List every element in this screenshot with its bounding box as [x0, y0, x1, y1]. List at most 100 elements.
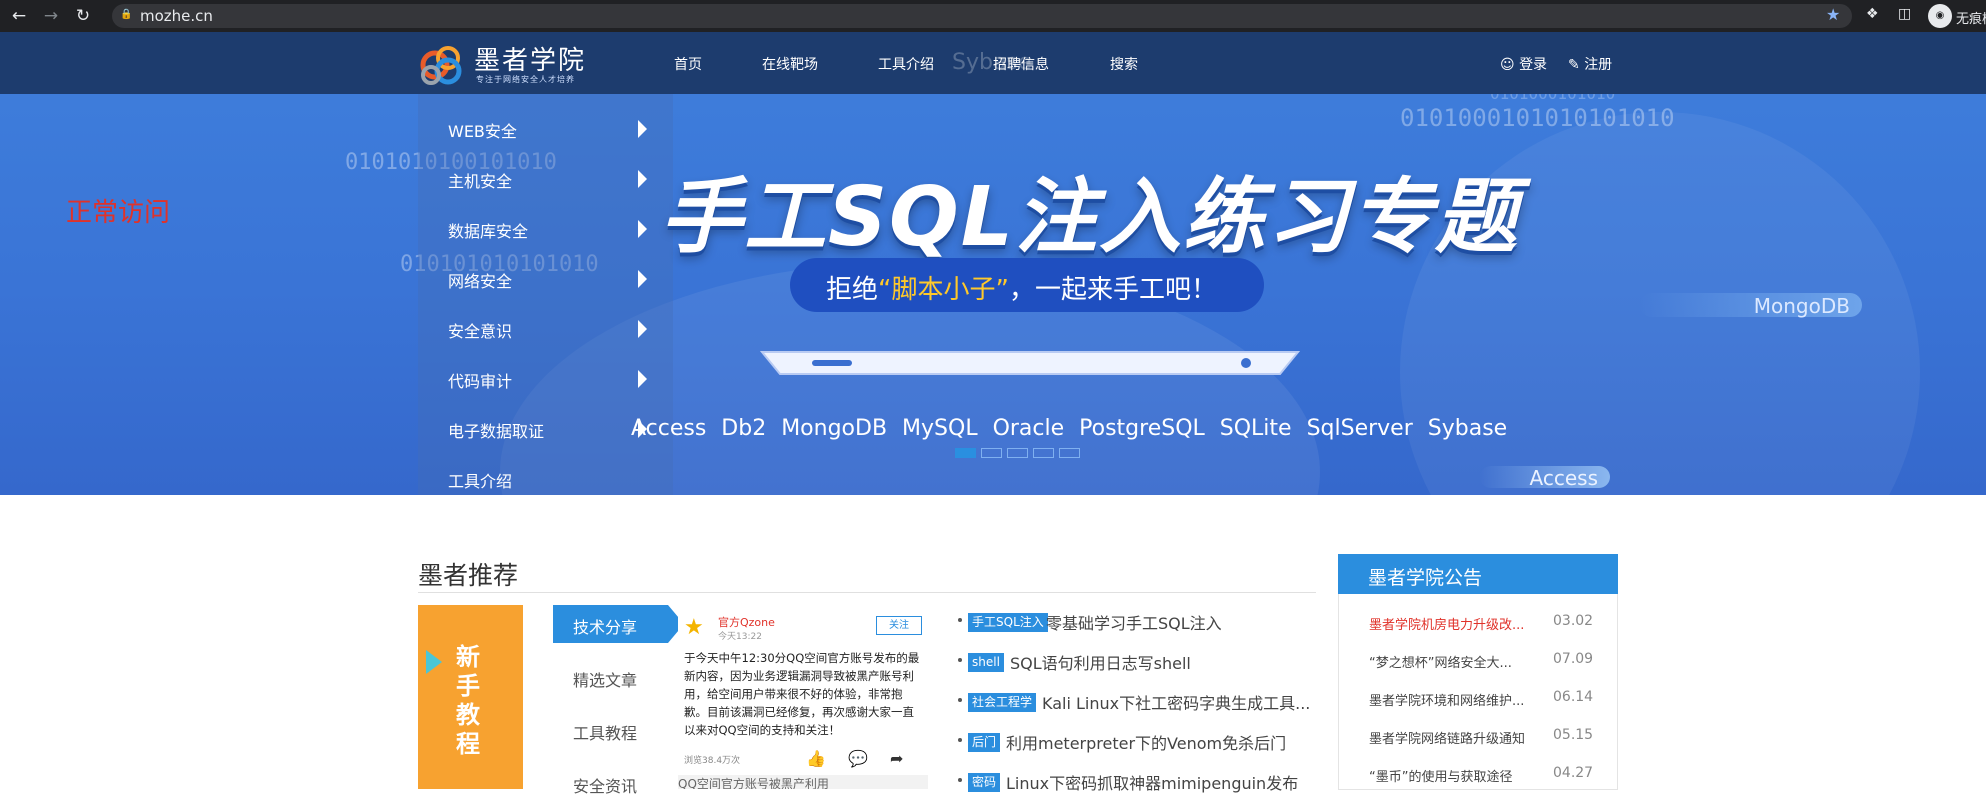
tagline-suffix: ，一起来手工吧！	[1008, 275, 1217, 305]
article-title[interactable]: 利用meterpreter下的Venom免杀后门	[1006, 730, 1286, 754]
incognito-avatar-icon[interactable]: ◉	[1928, 4, 1952, 28]
notice-item[interactable]: 墨者学院环境和网络维护...	[1369, 690, 1524, 709]
featured-post-card[interactable]: ★ 官方Qzone 今天13:22 关注 于今天中午12:30分QQ空间官方账号…	[678, 605, 928, 789]
bookmark-star-icon[interactable]: ★	[1826, 5, 1840, 24]
banner-tagline: 拒绝“脚本小子”，一起来手工吧！	[826, 269, 1217, 306]
section-title: 墨者推荐	[418, 561, 519, 590]
nav-home[interactable]: 首页	[674, 54, 702, 74]
notice-item[interactable]: 墨者学院网络链路升级通知	[1369, 728, 1525, 747]
follow-button[interactable]: 关注	[876, 616, 922, 635]
play-icon	[426, 650, 442, 674]
notice-header: 墨者学院公告	[1338, 554, 1618, 594]
login-label: 登录	[1519, 57, 1548, 73]
register-link[interactable]: ✎ 注册	[1568, 54, 1612, 74]
db-tag-mongodb-label: MongoDB	[1753, 294, 1850, 318]
tab-tech-share[interactable]: 技术分享	[553, 605, 684, 643]
newbie-tutorial-banner[interactable]: 新手教程	[418, 605, 523, 789]
menu-item-forensics[interactable]: 电子数据取证	[448, 418, 544, 442]
bullet	[958, 618, 962, 622]
tagline-highlight: “脚本小子”	[878, 275, 1009, 305]
hero-banner[interactable]: 0101000101010101010 0101010100101010 010…	[0, 32, 1986, 495]
address-bar[interactable]: 🔒 mozhe.cn	[112, 4, 1852, 28]
tab-featured[interactable]: 精选文章	[553, 658, 668, 696]
nav-online-range[interactable]: 在线靶场	[762, 54, 818, 74]
logo-title[interactable]: 墨者学院	[474, 40, 586, 77]
chevron-right-icon	[638, 170, 647, 188]
profile-name[interactable]: 无痕模式	[1956, 8, 1986, 27]
notice-item[interactable]: “墨币”的使用与获取途径	[1369, 766, 1512, 785]
binary-decoration: 0101000101010101010	[1400, 104, 1675, 132]
qzone-star-icon: ★	[684, 615, 704, 640]
reload-icon[interactable]: ↻	[72, 5, 94, 27]
menu-item-database-security[interactable]: 数据库安全	[448, 218, 528, 242]
extensions-icon[interactable]: ❖	[1866, 6, 1879, 22]
db-tag-access-label: Access	[1529, 466, 1598, 490]
carousel-dot[interactable]	[1007, 448, 1028, 458]
post-views: 浏览38.4万次	[684, 756, 741, 766]
post-time: 今天13:22	[718, 632, 762, 642]
bullet	[958, 738, 962, 742]
chevron-right-icon	[638, 370, 647, 388]
chevron-right-icon	[638, 270, 647, 288]
menu-item-host-security[interactable]: 主机安全	[448, 168, 512, 192]
notice-list: 墨者学院机房电力升级改... 03.02 “梦之想杯”网络安全大... 07.0…	[1338, 594, 1618, 790]
menu-item-security-awareness[interactable]: 安全意识	[448, 318, 512, 342]
carousel-dots	[955, 448, 1085, 467]
db-tag-mongodb: MongoDB	[1640, 293, 1862, 318]
menu-item-code-audit[interactable]: 代码审计	[448, 368, 512, 392]
carousel-dot[interactable]	[981, 448, 1002, 458]
nav-tools[interactable]: 工具介绍	[878, 54, 934, 74]
menu-item-network-security[interactable]: 网络安全	[448, 268, 512, 292]
notice-item[interactable]: “梦之想杯”网络安全大...	[1369, 652, 1512, 671]
side-panel-icon[interactable]: ◫	[1898, 6, 1911, 22]
laptop-illustration	[760, 351, 1300, 375]
login-link[interactable]: ☺ 登录	[1500, 54, 1547, 74]
post-account[interactable]: 官方Qzone	[718, 614, 775, 630]
user-icon: ☺	[1500, 57, 1515, 73]
menu-item-web-security[interactable]: WEB安全	[448, 118, 517, 142]
comment-icon[interactable]: 💬	[848, 749, 868, 768]
tab-label: 技术分享	[573, 618, 638, 637]
notice-date: 06.14	[1553, 689, 1594, 705]
section-divider	[418, 592, 1316, 593]
banner-headline: 手工SQL注入练习专题	[660, 170, 1520, 265]
chevron-right-icon	[638, 320, 647, 338]
article-title[interactable]: SQL语句利用日志写shell	[1010, 650, 1191, 674]
like-icon[interactable]: 👍	[806, 749, 826, 768]
carousel-dot[interactable]	[1059, 448, 1080, 458]
browser-chrome: ← → ↻ 🔒 mozhe.cn ★ ❖ ◫ ◉ 无痕模式	[0, 0, 1986, 32]
post-body: 于今天中午12:30分QQ空间官方账号发布的最新内容，因为业务逻辑漏洞导致被黑产…	[684, 651, 920, 737]
tab-security-news[interactable]: 安全资讯	[553, 764, 668, 802]
article-title[interactable]: 零基础学习手工SQL注入	[1046, 610, 1222, 634]
nav-search[interactable]: 搜索	[1110, 54, 1138, 74]
logo-icon	[420, 46, 462, 85]
bullet	[958, 778, 962, 782]
register-label: 注册	[1584, 57, 1613, 73]
chevron-right-icon	[638, 120, 647, 138]
normal-access-annotation: 正常访问	[66, 198, 171, 228]
article-title[interactable]: Kali Linux下社工密码字典生成工具...	[1042, 690, 1310, 714]
forward-arrow-icon[interactable]: →	[40, 5, 62, 27]
newbie-label: 新手教程	[456, 643, 480, 758]
back-arrow-icon[interactable]: ←	[8, 5, 30, 27]
menu-item-tools[interactable]: 工具介绍	[448, 468, 512, 492]
share-icon[interactable]: ➦	[890, 749, 903, 768]
notice-date: 03.02	[1553, 613, 1594, 629]
notice-date: 07.09	[1553, 651, 1594, 667]
db-tag-sybase: Sybase	[952, 50, 1032, 75]
carousel-dot[interactable]	[955, 448, 976, 458]
bullet	[958, 698, 962, 702]
next-post-title[interactable]: QQ空间官方账号被黑产利用	[678, 775, 928, 789]
database-list: Access Db2 MongoDB MySQL Oracle PostgreS…	[631, 416, 1508, 441]
db-tag-access: Access	[1480, 466, 1610, 490]
logo-subtitle: 专注于网络安全人才培养	[476, 75, 575, 84]
lock-icon: 🔒	[120, 9, 133, 20]
notice-item[interactable]: 墨者学院机房电力升级改...	[1369, 614, 1524, 633]
carousel-dot[interactable]	[1033, 448, 1054, 458]
tab-label: 安全资讯	[573, 777, 638, 796]
article-tag: 后门	[968, 733, 1001, 752]
tab-tool-tutorial[interactable]: 工具教程	[553, 711, 668, 749]
url-text: mozhe.cn	[140, 7, 213, 25]
bullet	[958, 658, 962, 662]
article-title[interactable]: Linux下密码抓取神器mimipenguin发布	[1006, 770, 1298, 794]
